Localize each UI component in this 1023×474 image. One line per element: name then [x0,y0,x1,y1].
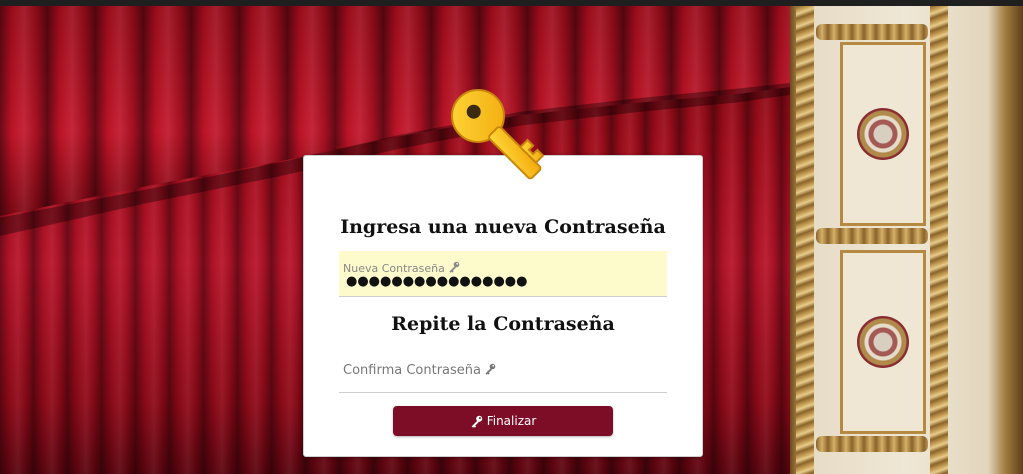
key-icon [449,261,460,273]
key-icon [450,88,545,180]
pillar-rosette [857,108,909,160]
finalizar-button[interactable]: Finalizar [393,406,613,436]
pillar-bar [816,436,928,452]
confirm-password-input[interactable]: Confirma Contraseña [343,363,496,378]
new-password-title: Ingresa una nueva Contraseña [340,216,666,238]
finalizar-button-label: Finalizar [486,414,537,428]
new-password-input[interactable]: ●●●●●●●●●●●●●●●● [346,274,528,289]
pillar-bar [816,228,928,244]
pillar-panel-bottom [840,250,926,434]
pillar-rosette [857,316,909,368]
new-password-label: Nueva Contraseña [343,261,460,275]
pillar-bar [816,24,928,40]
repeat-password-title: Repite la Contraseña [391,313,615,335]
new-password-field[interactable]: Nueva Contraseña ●●●●●●●●●●●●●●●● [339,251,667,297]
confirm-password-field[interactable]: Confirma Contraseña [339,356,667,393]
pillar-rope-right [930,6,948,474]
pillar-panel-top [840,42,926,226]
key-icon [485,363,496,375]
key-icon [471,415,482,428]
ornamental-pillar [790,6,1023,474]
pillar-rope-left [796,6,814,474]
